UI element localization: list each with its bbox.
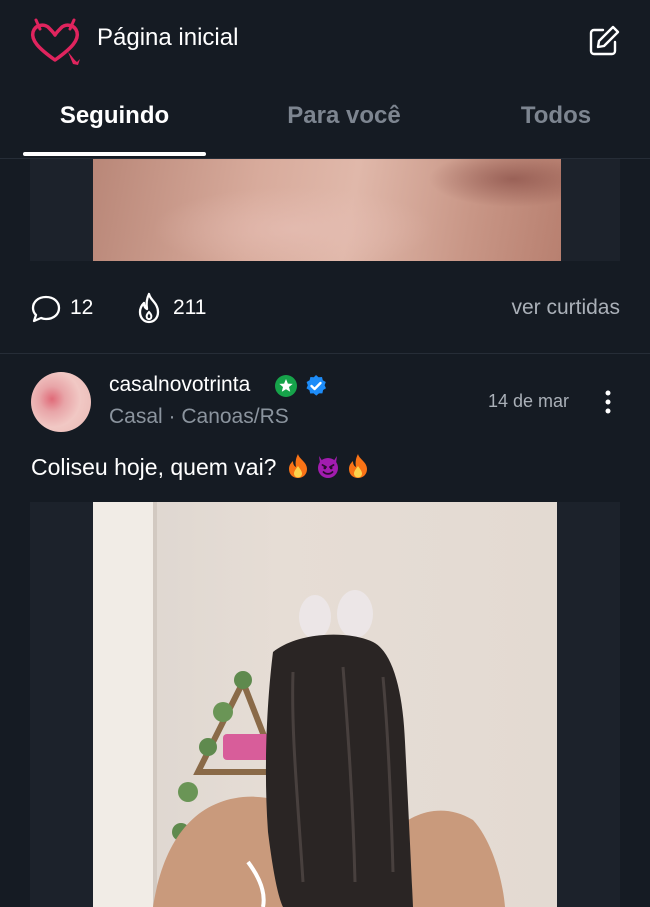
post-image[interactable] (93, 502, 557, 907)
star-badge-icon (275, 375, 297, 397)
comment-count: 12 (70, 296, 94, 319)
page-title: Página inicial (97, 24, 239, 51)
post-media[interactable] (30, 502, 620, 907)
more-vertical-icon[interactable] (598, 388, 618, 416)
edit-icon[interactable] (587, 24, 621, 58)
tab-seguindo[interactable]: Seguindo (23, 102, 206, 130)
post-subtitle: Casal · Canoas/RS (109, 405, 289, 428)
post-image[interactable] (93, 159, 561, 261)
tab-todos[interactable]: Todos (486, 102, 626, 130)
post-username[interactable]: casalnovotrinta (109, 373, 250, 397)
app-header: Página inicial (0, 0, 650, 78)
verified-badge-icon (306, 375, 326, 396)
feed-tabs: Seguindo Para você Todos (0, 78, 650, 159)
like-count: 211 (173, 296, 207, 319)
post-date: 14 de mar (488, 391, 570, 411)
post-divider (0, 353, 650, 354)
photo-illustration (93, 502, 505, 907)
post-caption: Coliseu hoje, quem vai? (31, 453, 370, 481)
flame-icon[interactable] (136, 292, 162, 324)
caption-text: Coliseu hoje, quem vai? (31, 454, 277, 480)
view-likes-link[interactable]: ver curtidas (511, 296, 620, 320)
fire-icon (289, 454, 308, 478)
post-stats: 12 211 ver curtidas (0, 282, 650, 332)
previous-post-media[interactable] (30, 159, 620, 261)
devil-icon (318, 456, 339, 478)
comment-icon[interactable] (30, 294, 62, 324)
active-tab-indicator (23, 152, 206, 156)
fire-icon (349, 454, 368, 478)
heart-devil-icon[interactable] (28, 16, 82, 66)
tab-para-voce[interactable]: Para você (254, 102, 434, 130)
avatar[interactable] (31, 372, 91, 432)
